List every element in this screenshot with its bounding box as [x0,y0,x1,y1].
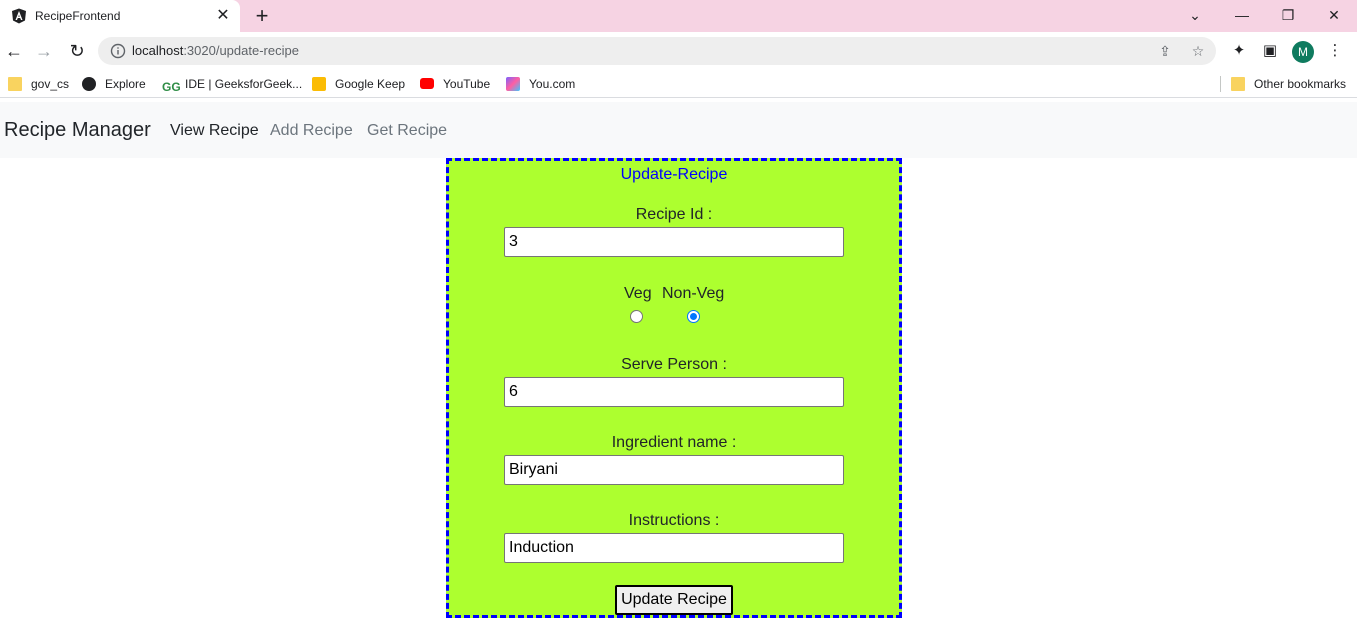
veg-radio[interactable] [630,310,643,323]
bookmark-label: YouTube [443,77,491,91]
recipe-id-input[interactable]: 3 [504,227,844,257]
bookmark-label: gov_cs [31,77,70,91]
serve-person-input[interactable]: 6 [504,377,844,407]
bookmark-label: Explore [105,77,146,91]
ingredient-input[interactable]: Biryani [504,455,844,485]
recipe-id-label: Recipe Id : [635,206,713,223]
instructions-label: Instructions : [628,512,720,529]
update-recipe-form: Update-Recipe Recipe Id : 3 Veg Non-Veg … [446,158,902,618]
bookmark-item[interactable]: Google Keep [312,75,405,93]
new-tab-icon[interactable]: + [250,4,274,28]
gfg-icon: GG [162,80,181,94]
share-icon[interactable]: ⇪ [1156,42,1174,60]
nav-get-recipe[interactable]: Get Recipe [367,122,447,140]
instructions-input[interactable]: Induction [504,533,844,563]
nonveg-radio[interactable] [687,310,700,323]
bookmark-item[interactable]: Explore [82,75,146,93]
explore-icon [82,77,96,91]
forward-icon[interactable]: → [30,38,58,64]
bookmark-star-icon[interactable]: ☆ [1189,42,1207,60]
nav-add-recipe[interactable]: Add Recipe [270,122,353,140]
keep-icon [312,77,326,91]
bookmarks-bar: gov_cs Explore GG IDE | GeeksforGeek... G… [0,70,1357,98]
veg-label: Veg [624,285,652,302]
nav-view-recipe[interactable]: View Recipe [170,122,259,140]
bookmark-item[interactable]: You.com [506,75,575,93]
youcom-icon [506,77,520,91]
bookmark-item[interactable]: gov_cs [8,75,69,93]
app-navbar: Recipe Manager View Recipe Add Recipe Ge… [0,102,1357,158]
bookmark-label: IDE | GeeksforGeek... [185,77,303,91]
tab-title: RecipeFrontend [35,9,121,23]
other-bookmarks-label: Other bookmarks [1254,77,1347,91]
url-host: localhost [132,43,184,58]
nonveg-label: Non-Veg [662,285,725,302]
update-recipe-button[interactable]: Update Recipe [615,585,733,615]
address-bar[interactable]: localhost:3020/update-recipe ⇪ ☆ [98,37,1216,65]
form-title: Update-Recipe [620,166,728,183]
bookmark-item[interactable]: YouTube [420,75,490,93]
reload-icon[interactable]: ↻ [63,38,91,64]
side-panel-icon[interactable]: ▣ [1260,41,1280,61]
angular-icon [12,8,26,24]
other-bookmarks[interactable]: Other bookmarks [1231,75,1346,93]
close-tab-icon[interactable]: ✕ [213,6,233,26]
ingredient-label: Ingredient name : [611,434,737,451]
youtube-icon [420,78,434,89]
minimize-icon[interactable]: — [1219,0,1265,30]
window-close-icon[interactable]: ✕ [1311,0,1357,30]
bookmark-divider [1220,76,1221,92]
menu-icon[interactable]: ⋮ [1325,41,1345,61]
bookmark-label: Google Keep [335,77,406,91]
url-text[interactable]: localhost:3020/update-recipe [132,43,299,58]
serve-person-label: Serve Person : [621,356,727,373]
tab-search-icon[interactable]: ⌄ [1172,0,1218,30]
restore-icon[interactable]: ❐ [1265,0,1311,30]
bookmark-item[interactable]: GG IDE | GeeksforGeek... [162,75,303,94]
folder-icon [8,77,22,91]
bookmark-label: You.com [529,77,576,91]
browser-tab[interactable]: RecipeFrontend ✕ [0,0,240,32]
browser-toolbar: ← → ↻ localhost:3020/update-recipe ⇪ ☆ ✦… [0,32,1357,70]
tab-strip: RecipeFrontend ✕ + ⌄ — ❐ ✕ [0,0,1357,32]
extensions-icon[interactable]: ✦ [1229,41,1249,61]
folder-icon [1231,77,1245,91]
app-brand[interactable]: Recipe Manager [4,119,151,142]
url-path: :3020/update-recipe [183,43,299,58]
profile-avatar[interactable]: M [1292,41,1314,63]
site-info-icon[interactable] [110,43,126,59]
back-icon[interactable]: ← [0,38,28,64]
